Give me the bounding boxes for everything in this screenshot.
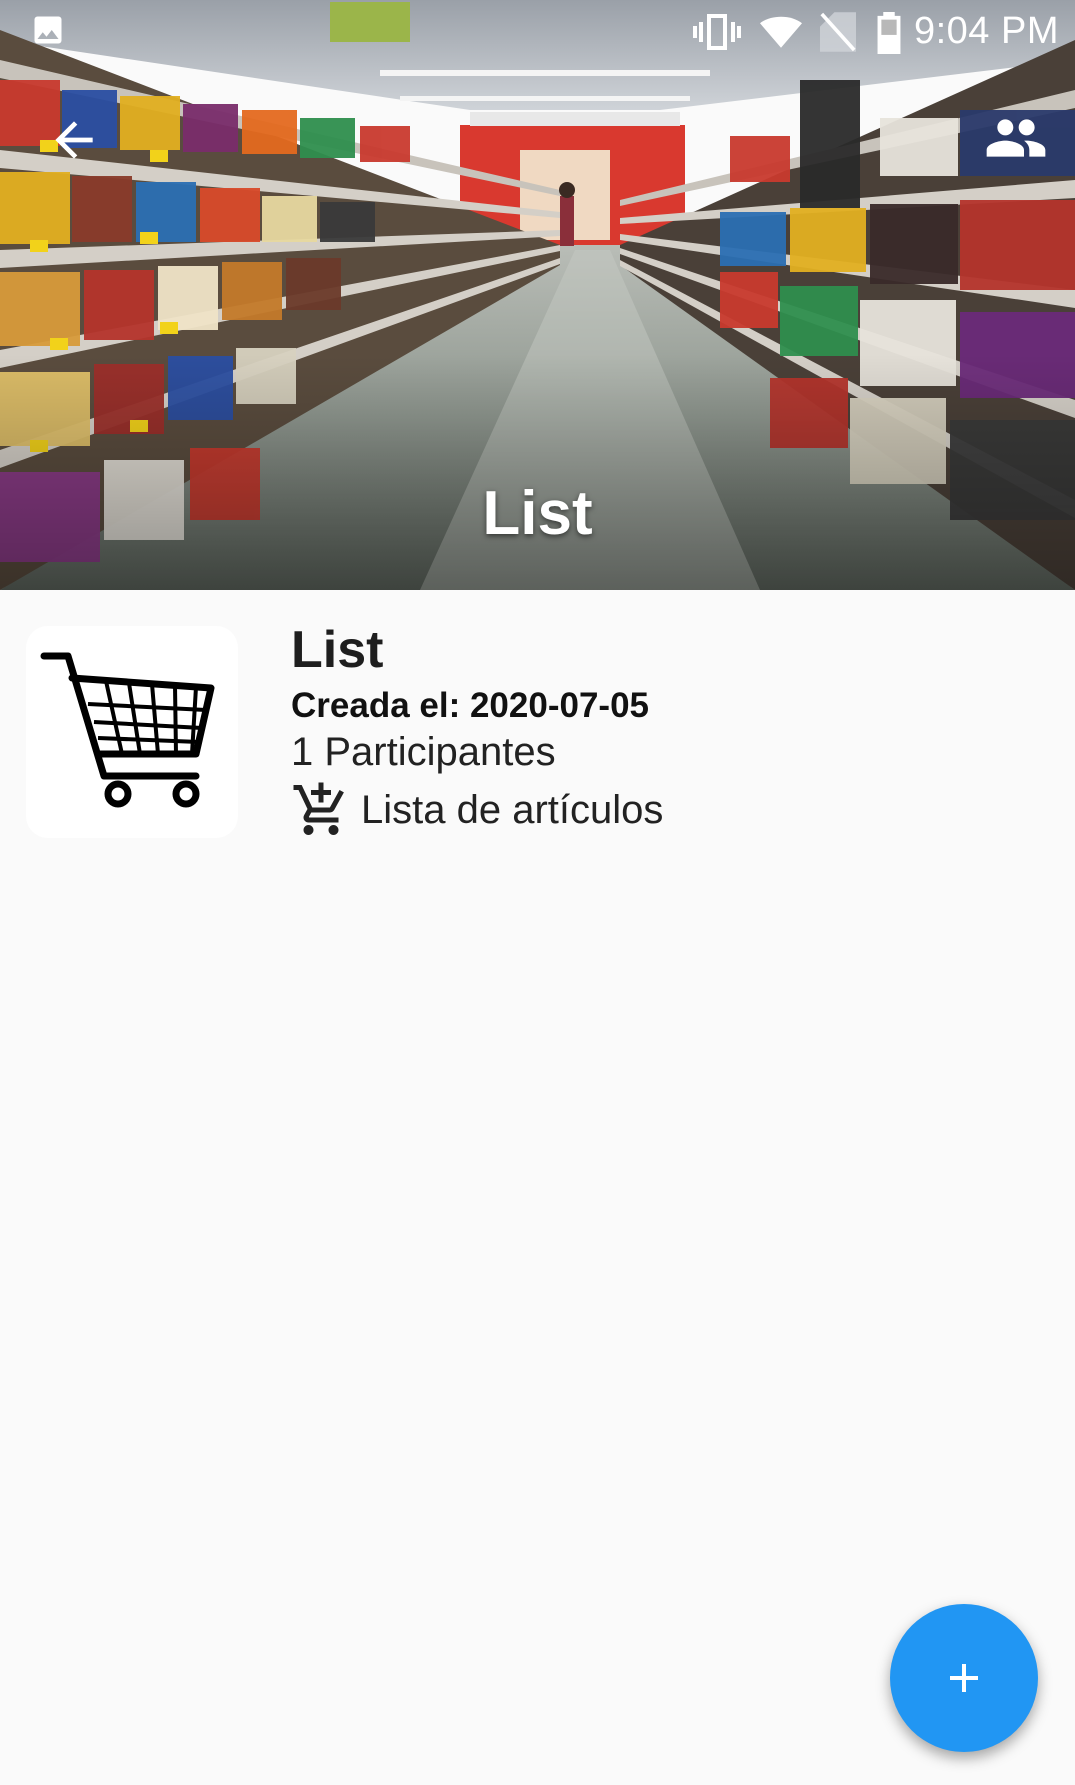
screen: 9:04 PM List List Creada el: 2020-07-05 …: [0, 0, 1075, 1785]
items-list-label: Lista de artículos: [361, 787, 664, 832]
list-participants: 1 Participantes: [291, 730, 556, 774]
header-banner: 9:04 PM List: [0, 0, 1075, 590]
status-time: 9:04 PM: [913, 10, 1059, 52]
participants-button[interactable]: [984, 110, 1048, 166]
shopping-cart-icon: [40, 652, 215, 808]
add-button[interactable]: [890, 1604, 1038, 1752]
list-created-date: Creada el: 2020-07-05: [291, 686, 649, 725]
items-list-link[interactable]: Lista de artículos: [291, 780, 663, 840]
arrow-back-icon: [55, 121, 93, 159]
image-notification-icon: [30, 12, 66, 53]
page-title: List: [482, 479, 593, 548]
group-icon: [986, 119, 1046, 157]
battery-icon: [875, 12, 903, 59]
back-button[interactable]: [46, 112, 102, 168]
add-shopping-cart-icon: [293, 782, 344, 835]
vibrate-icon: [693, 12, 741, 57]
wifi-icon: [760, 12, 802, 57]
list-card[interactable]: List Creada el: 2020-07-05 1 Participant…: [0, 620, 1075, 840]
list-thumbnail: [26, 626, 238, 838]
status-bar: 9:04 PM: [0, 0, 1075, 64]
add-icon: [950, 1664, 978, 1692]
no-sim-icon: [820, 12, 856, 57]
list-title: List: [291, 621, 384, 679]
